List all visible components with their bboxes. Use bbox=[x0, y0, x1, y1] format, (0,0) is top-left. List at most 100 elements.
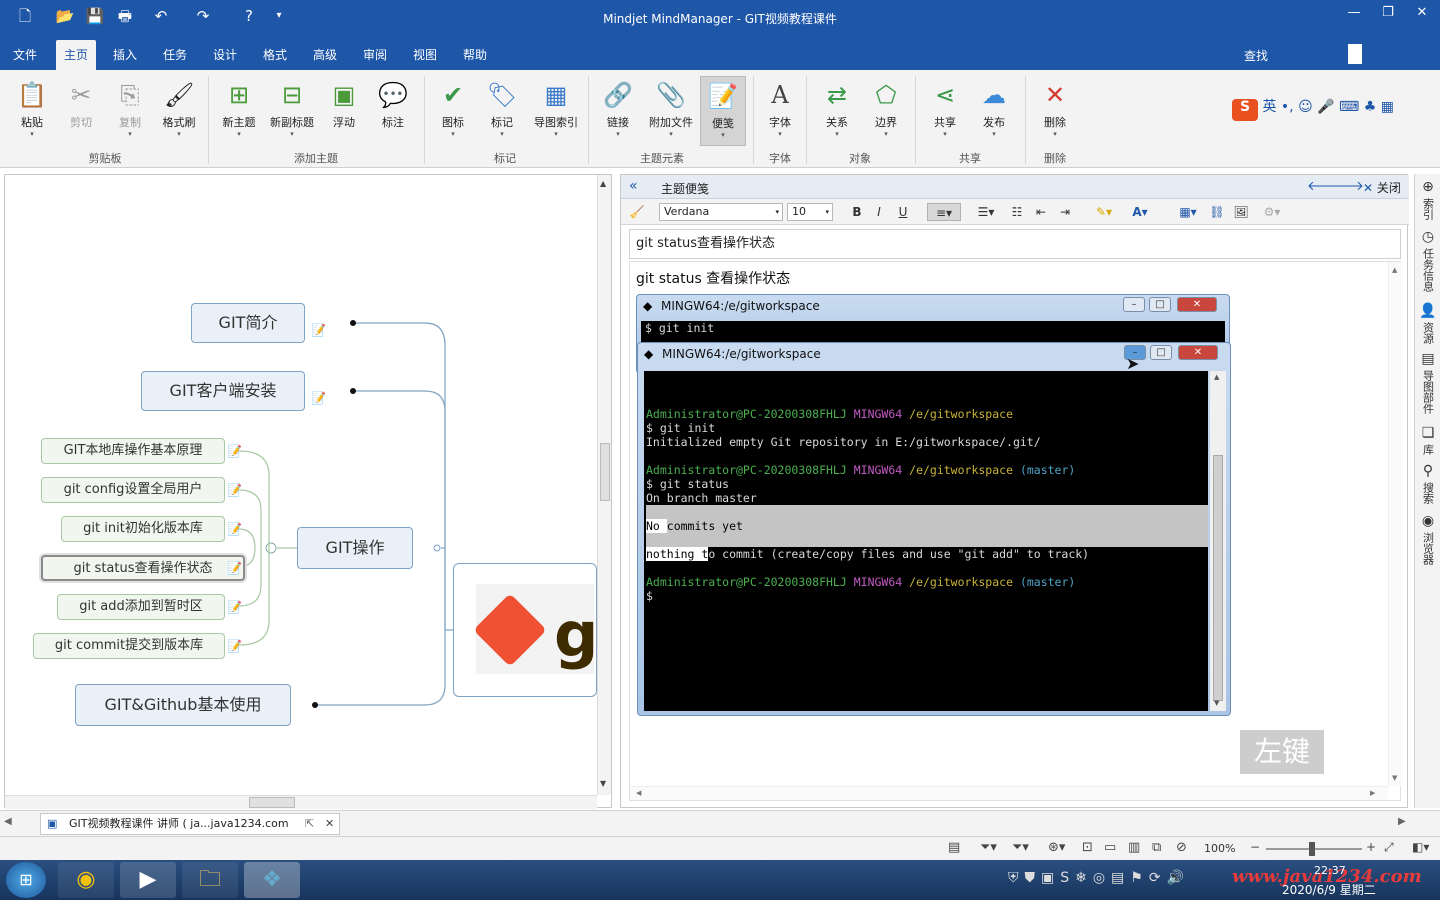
increase-indent-button[interactable]: ⇥ bbox=[1055, 203, 1075, 221]
find-label[interactable]: 查找 bbox=[1244, 47, 1268, 64]
subtopic-git-add[interactable]: git add添加到暂时区 bbox=[57, 594, 225, 620]
map-index-button[interactable]: ▦ 导图索引 ▾ bbox=[530, 76, 582, 146]
note-icon[interactable]: 📝 bbox=[311, 391, 326, 405]
restore-button[interactable]: ❐ bbox=[1374, 4, 1402, 22]
tab-help[interactable]: 帮助 bbox=[458, 40, 492, 70]
fit-map-icon[interactable]: ⊡ bbox=[1082, 840, 1093, 855]
minimize-button[interactable]: — bbox=[1340, 4, 1368, 22]
topic-git-github[interactable]: GIT&Github基本使用 bbox=[75, 684, 291, 726]
map-view-icon[interactable]: ⧉ bbox=[1152, 840, 1161, 855]
clock-time[interactable]: 22:37 bbox=[1314, 864, 1346, 877]
clock-date[interactable]: 2020/6/9 星期二 bbox=[1282, 881, 1376, 898]
skin-icon[interactable]: ♣ bbox=[1364, 99, 1377, 115]
sidebar-item-browser[interactable]: ◉ 浏览器 bbox=[1418, 512, 1438, 568]
zoom-in-button[interactable]: + bbox=[1366, 840, 1376, 854]
gantt-view-icon[interactable]: ▥ bbox=[1128, 840, 1140, 855]
bold-button[interactable]: B bbox=[847, 203, 867, 221]
panel-toggle-icon[interactable]: ◧▾ bbox=[1412, 840, 1429, 854]
subtopic-git-principle[interactable]: GIT本地库操作基本原理 bbox=[41, 438, 225, 464]
insert-table-button[interactable]: ▦▾ bbox=[1173, 203, 1203, 221]
taskbar-app-mindmanager[interactable]: ❖ bbox=[244, 862, 300, 898]
icon-marker-button[interactable]: ✔ 图标 ▾ bbox=[430, 76, 476, 146]
clear-format-icon[interactable]: 🧹 bbox=[627, 203, 647, 221]
terminal-back-minimize-button[interactable]: – bbox=[1123, 297, 1145, 312]
system-tray-icons[interactable]: ⛨⛊▣S❄◎▤⚑⟳🔊 bbox=[1008, 870, 1190, 886]
new-topic-button[interactable]: ⊞ 新主题 ▾ bbox=[216, 76, 262, 146]
decrease-indent-button[interactable]: ⇤ bbox=[1031, 203, 1051, 221]
taskbar-app-browser[interactable]: ◉ bbox=[58, 862, 114, 898]
link-view-icon[interactable]: ⊘ bbox=[1176, 840, 1187, 855]
copy-button[interactable]: ⎘ 复制 ▾ bbox=[107, 76, 153, 146]
note-icon[interactable]: 📝 bbox=[227, 561, 242, 575]
next-note-icon[interactable]: 🡒 bbox=[1329, 178, 1364, 194]
font-color-button[interactable]: A▾ bbox=[1125, 203, 1155, 221]
numbered-list-button[interactable]: ☰▾ bbox=[971, 203, 1001, 221]
close-notes-button[interactable]: ✕ 关闭 bbox=[1363, 179, 1401, 196]
note-icon[interactable]: 📝 bbox=[227, 639, 242, 653]
note-subject-field[interactable]: git status查看操作状态 bbox=[629, 229, 1401, 259]
sidebar-item-search[interactable]: ⚲ 搜索 bbox=[1418, 462, 1438, 507]
microphone-icon[interactable]: 🎤 bbox=[1317, 99, 1334, 115]
tab-format[interactable]: 格式 bbox=[258, 40, 292, 70]
sidebar-item-library[interactable]: ❏ 库 bbox=[1418, 424, 1438, 458]
link-button[interactable]: 🔗 链接 ▾ bbox=[595, 76, 641, 146]
tab-review[interactable]: 审阅 bbox=[358, 40, 392, 70]
page-view-icon[interactable]: ▭ bbox=[1104, 840, 1116, 855]
insert-link-button[interactable]: ⛓ bbox=[1207, 203, 1227, 221]
topic-git-intro[interactable]: GIT简介 bbox=[191, 303, 305, 343]
relationship-button[interactable]: ⇄ 关系 ▾ bbox=[814, 76, 860, 146]
align-left-button[interactable]: ≡▾ bbox=[927, 203, 961, 221]
filter-icon[interactable]: ⏷▾ bbox=[980, 840, 997, 855]
outline-view-icon[interactable]: ▤ bbox=[948, 840, 960, 855]
publish-button[interactable]: ☁ 发布 ▾ bbox=[971, 76, 1017, 146]
close-tab-icon[interactable]: ✕ bbox=[325, 814, 334, 834]
ime-language[interactable]: 英 bbox=[1262, 99, 1276, 115]
terminal-scroll-thumb[interactable] bbox=[1213, 455, 1223, 701]
boundary-button[interactable]: ⬠ 边界 ▾ bbox=[863, 76, 909, 146]
punctuation-icon[interactable]: •, bbox=[1281, 99, 1294, 115]
ime-toolbar[interactable]: S 英 •, ☺ 🎤 ⌨ ♣ ▦ bbox=[1232, 96, 1432, 122]
format-painter-button[interactable]: 🖌 格式刷 ▾ bbox=[156, 76, 202, 146]
underline-button[interactable]: U bbox=[893, 203, 913, 221]
close-button[interactable]: ✕ bbox=[1408, 4, 1436, 22]
terminal-back-maximize-button[interactable]: □ bbox=[1149, 297, 1171, 312]
tools-icon[interactable]: ▦ bbox=[1381, 99, 1394, 115]
tab-design[interactable]: 设计 bbox=[208, 40, 242, 70]
tag-button[interactable]: 🏷 标记 ▾ bbox=[479, 76, 525, 146]
subtopic-git-init[interactable]: git init初始化版本库 bbox=[61, 516, 225, 542]
tab-file[interactable]: 文件 bbox=[8, 40, 42, 70]
terminal-front-screen[interactable]: Administrator@PC-20200308FHLJ MINGW64 /e… bbox=[644, 371, 1208, 711]
cut-button[interactable]: ✂ 剪切 bbox=[58, 76, 104, 146]
paste-button[interactable]: 📋 粘贴 ▾ bbox=[9, 76, 55, 146]
sidebar-item-resources[interactable]: 👤 资源 bbox=[1418, 302, 1438, 347]
map-vertical-scrollbar[interactable]: ▲ ▼ bbox=[597, 175, 611, 795]
note-vertical-scrollbar[interactable]: ▲ ▼ bbox=[1388, 262, 1402, 786]
tabs-scroll-left-icon[interactable]: ◀ bbox=[4, 816, 12, 827]
start-button[interactable]: ⊞ bbox=[6, 862, 46, 898]
sidebar-item-index[interactable]: ⊕ 索引 bbox=[1418, 178, 1438, 223]
zoom-out-button[interactable]: − bbox=[1250, 840, 1260, 854]
highlight-color-button[interactable]: ✎▾ bbox=[1089, 203, 1119, 221]
terminal-back-close-button[interactable]: ✕ bbox=[1177, 297, 1217, 312]
map-vscroll-thumb[interactable] bbox=[600, 443, 610, 501]
find-input[interactable] bbox=[1348, 44, 1362, 64]
font-family-select[interactable]: Verdana ▾ bbox=[659, 203, 783, 221]
subtopic-git-config[interactable]: git config设置全局用户 bbox=[41, 477, 225, 503]
map-hscroll-thumb[interactable] bbox=[249, 797, 295, 808]
git-logo-image-topic[interactable]: g bbox=[453, 563, 597, 697]
tabs-scroll-right-icon[interactable]: ▶ bbox=[1398, 816, 1406, 827]
balance-map-icon[interactable]: ⊛▾ bbox=[1048, 840, 1065, 855]
terminal-front-close-button[interactable]: ✕ bbox=[1178, 345, 1218, 360]
filter-options-icon[interactable]: ⏷▾ bbox=[1012, 840, 1029, 855]
italic-button[interactable]: I bbox=[869, 203, 889, 221]
map-canvas[interactable]: GIT简介 📝 GIT客户端安装 📝 GIT操作 GIT&Github基本使用 … bbox=[4, 174, 612, 809]
more-tools-button[interactable]: ⚙▾ bbox=[1257, 203, 1287, 221]
note-icon[interactable]: 📝 bbox=[227, 600, 242, 614]
sidebar-item-task-info[interactable]: ◷ 任务信息 bbox=[1418, 228, 1438, 295]
floating-topic-button[interactable]: ▣ 浮动 bbox=[321, 76, 367, 146]
subtopic-git-commit[interactable]: git commit提交到版本库 bbox=[33, 633, 225, 659]
keyboard-icon[interactable]: ⌨ bbox=[1339, 99, 1359, 115]
collapse-panel-icon[interactable]: « bbox=[629, 178, 638, 194]
attachment-button[interactable]: 📎 附加文件 ▾ bbox=[645, 76, 697, 146]
terminal-vertical-scrollbar[interactable]: ▲ ▼ bbox=[1210, 371, 1226, 711]
